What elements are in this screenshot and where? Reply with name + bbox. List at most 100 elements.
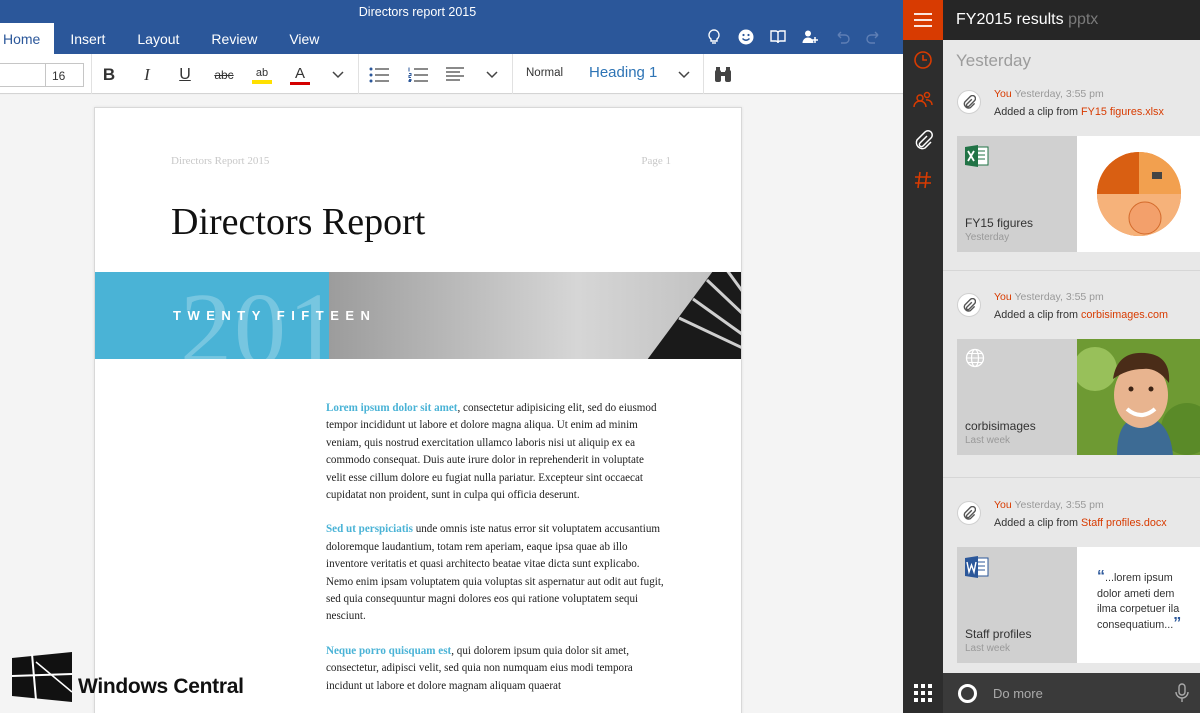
entry-meta: You Yesterday, 3:55 pm [994, 499, 1104, 511]
bullets-icon[interactable] [368, 62, 390, 88]
clip-card-subtitle: Yesterday [965, 232, 1010, 243]
building-image [647, 272, 741, 359]
highlight-label: ab [255, 66, 269, 79]
font-color-bar [290, 81, 310, 85]
document-title: Directors report 2015 [358, 5, 477, 19]
people-icon[interactable] [903, 80, 943, 120]
ribbon-divider [91, 54, 92, 94]
chevron-down-icon[interactable] [485, 62, 499, 88]
undo-icon[interactable] [833, 27, 851, 47]
find-binoculars-icon[interactable] [713, 62, 733, 88]
quote-body: ...lorem ipsum dolor ameti dem ilma corp… [1097, 572, 1180, 631]
document-canvas[interactable]: Directors Report 2015 Page 1 Directors R… [0, 95, 903, 713]
hashtag-icon[interactable] [903, 160, 943, 200]
ribbon-divider [512, 54, 513, 94]
align-icon[interactable] [445, 62, 465, 88]
paperclip-icon[interactable] [903, 120, 943, 160]
share-person-icon[interactable] [801, 27, 819, 47]
clip-card[interactable]: Staff profiles Last week “...lorem ipsum… [957, 547, 1200, 663]
style-heading-1[interactable]: Heading 1 [589, 64, 657, 81]
entry-source-link[interactable]: Staff profiles.docx [1081, 517, 1167, 529]
underline-button[interactable]: U [177, 62, 193, 88]
lightbulb-icon[interactable] [705, 27, 723, 47]
entry-meta: You Yesterday, 3:55 pm [994, 291, 1104, 303]
entry-author: You [994, 291, 1012, 303]
font-size-input[interactable]: 16 [45, 63, 84, 87]
ribbon-divider [358, 54, 359, 94]
tab-view[interactable]: View [273, 23, 335, 54]
tab-insert[interactable]: Insert [54, 23, 121, 54]
microphone-icon[interactable] [1175, 683, 1189, 708]
recent-clock-icon[interactable] [903, 40, 943, 80]
paragraph: Sed ut perspiciatis unde omnis iste natu… [326, 521, 666, 625]
panel-title-name: FY2015 results [956, 11, 1064, 28]
clip-card-info: corbisimages Last week [957, 339, 1077, 455]
clip-card-info: FY15 figures Yesterday [957, 136, 1077, 252]
windows-logo-icon [12, 652, 72, 702]
page-header-number: Page 1 [641, 155, 671, 167]
do-more-input[interactable]: Do more [993, 686, 1043, 701]
entry-author: You [994, 88, 1012, 100]
document-page[interactable]: Directors Report 2015 Page 1 Directors R… [94, 107, 742, 713]
style-normal[interactable]: Normal [526, 67, 563, 79]
clip-quote-text: “...lorem ipsum dolor ameti dem ilma cor… [1097, 569, 1197, 633]
font-color-button[interactable]: A [290, 62, 310, 88]
entry-time: Yesterday, 3:55 pm [1014, 291, 1104, 303]
app-rail [903, 0, 943, 713]
clip-card-subtitle: Last week [965, 435, 1011, 446]
cortana-icon[interactable] [958, 684, 977, 703]
entry-time: Yesterday, 3:55 pm [1014, 499, 1104, 511]
entry-source-link[interactable]: FY15 figures.xlsx [1081, 106, 1164, 118]
word-window: Directors report 2015 Home Insert Layout… [0, 0, 903, 713]
clip-preview-chart [1077, 136, 1200, 252]
entry-source-link[interactable]: corbisimages.com [1081, 309, 1168, 321]
italic-button[interactable]: I [140, 62, 154, 88]
entry-description: Added a clip from FY15 figures.xlsx [994, 106, 1164, 118]
tab-home[interactable]: Home [0, 23, 55, 54]
do-more-bar[interactable]: Do more [943, 673, 1200, 713]
clip-card[interactable]: FY15 figures Yesterday [957, 136, 1200, 252]
entry-time: Yesterday, 3:55 pm [1014, 88, 1104, 100]
strikethrough-button[interactable]: abc [212, 62, 236, 88]
entry-description: Added a clip from Staff profiles.docx [994, 517, 1167, 529]
reading-view-icon[interactable] [769, 27, 787, 47]
entry-description: Added a clip from corbisimages.com [994, 309, 1168, 321]
paragraph-text: , consectetur adipisicing elit, sed do e… [326, 402, 657, 502]
bold-button[interactable]: B [101, 62, 117, 88]
excel-icon [965, 145, 989, 172]
quote-close-mark: ” [1173, 614, 1182, 632]
chevron-down-icon[interactable] [331, 62, 345, 88]
numbering-icon[interactable] [407, 62, 429, 88]
clip-card[interactable]: corbisimages Last week [957, 339, 1200, 455]
paragraph: Neque porro quisquam est, qui dolorem ip… [326, 643, 666, 695]
word-icon [965, 556, 989, 583]
entry-action: Added a clip from [994, 517, 1082, 529]
hamburger-menu-icon[interactable] [903, 0, 943, 40]
paragraph-lead: Sed ut perspiciatis [326, 523, 413, 536]
clip-preview-photo [1077, 339, 1200, 455]
title-bar-actions [705, 27, 883, 47]
apps-grid-icon[interactable] [903, 673, 943, 713]
paperclip-icon [957, 90, 981, 114]
highlight-color-bar [252, 79, 272, 84]
title-banner: 2015 [95, 272, 741, 359]
paperclip-icon [957, 293, 981, 317]
tab-layout[interactable]: Layout [121, 23, 195, 54]
highlight-button[interactable]: ab [252, 62, 272, 88]
banner-photo [329, 272, 741, 359]
divider [943, 270, 1200, 271]
ribbon-toolbar: 16 B I U abc ab A Normal Heading 1 [0, 54, 903, 94]
ribbon-tabs: Home Insert Layout Review View [0, 23, 335, 54]
document-body[interactable]: Lorem ipsum dolor sit amet, consectetur … [326, 400, 666, 712]
clip-card-title: corbisimages [965, 419, 1036, 433]
font-name-input[interactable] [0, 63, 46, 87]
watermark-text: Windows Central [78, 675, 244, 698]
windows-central-watermark: Windows Central [12, 652, 244, 702]
clips-panel: FY2015 results pptx Yesterday You Yester… [943, 0, 1200, 713]
chevron-down-icon[interactable] [677, 62, 691, 88]
smiley-icon[interactable] [737, 27, 755, 47]
redo-icon[interactable] [865, 27, 883, 47]
tab-review[interactable]: Review [195, 23, 273, 54]
clip-card-title: Staff profiles [965, 627, 1032, 641]
banner-text: TWENTY FIFTEEN [173, 308, 377, 323]
